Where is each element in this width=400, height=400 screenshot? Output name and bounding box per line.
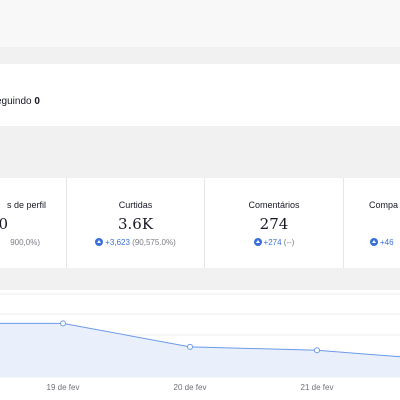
chart-x-tick-label: 19 de fev bbox=[47, 383, 80, 392]
following-count: eguindo 0 bbox=[0, 96, 40, 107]
chart-x-tick-label: 20 de fev bbox=[174, 383, 207, 392]
profile-card bbox=[0, 64, 400, 126]
stat-delta: +3,623 (90,575.0%) bbox=[67, 238, 204, 247]
stat-delta-percent: (--) bbox=[283, 238, 295, 247]
stat-value: 0 bbox=[0, 215, 8, 233]
views-chart: 19 de fev 20 de fev 21 de fev bbox=[0, 290, 400, 400]
stat-delta-number: +274 bbox=[263, 238, 282, 247]
stat-delta: 900,0%) bbox=[0, 238, 66, 247]
stat-delta-number: +3,623 bbox=[105, 238, 130, 247]
stat-delta: +46 bbox=[344, 238, 400, 247]
stat-label: s de perfil bbox=[6, 200, 46, 210]
stat-value: 3.6K bbox=[117, 215, 154, 233]
stat-label: Compa bbox=[369, 200, 399, 210]
stat-delta-percent: (90,575.0%) bbox=[132, 238, 176, 247]
chart-point[interactable] bbox=[314, 347, 320, 354]
arrow-up-icon bbox=[253, 238, 262, 246]
stat-comments[interactable]: Comentários 274 +274 (--) bbox=[205, 178, 344, 268]
stat-delta-number: +46 bbox=[380, 238, 394, 247]
stat-shares[interactable]: Compa +46 bbox=[344, 178, 400, 268]
chart-svg: 19 de fev 20 de fev 21 de fev bbox=[0, 293, 400, 392]
following-value: 0 bbox=[34, 96, 40, 107]
stat-delta-text: 900,0%) bbox=[10, 238, 40, 247]
analytics-page: eguindo 0 s de perfil 0 900,0%) Curtidas… bbox=[0, 0, 400, 400]
arrow-up-icon bbox=[95, 238, 104, 246]
arrow-up-icon bbox=[370, 238, 378, 246]
stat-profile-views[interactable]: s de perfil 0 900,0%) bbox=[0, 178, 67, 268]
stat-value: 274 bbox=[259, 215, 289, 233]
stat-label: Comentários bbox=[248, 200, 300, 210]
stats-row: s de perfil 0 900,0%) Curtidas 3.6K +3,6… bbox=[0, 178, 400, 268]
chart-point[interactable] bbox=[60, 320, 66, 327]
chart-point[interactable] bbox=[187, 343, 193, 350]
stat-delta: +274 (--) bbox=[205, 238, 343, 247]
following-label: eguindo bbox=[0, 96, 32, 107]
chart-area bbox=[0, 323, 400, 377]
stat-label: Curtidas bbox=[118, 200, 153, 210]
chart-x-tick-label: 21 de fev bbox=[301, 383, 334, 392]
top-bar bbox=[0, 0, 400, 47]
stat-likes[interactable]: Curtidas 3.6K +3,623 (90,575.0%) bbox=[67, 178, 205, 268]
